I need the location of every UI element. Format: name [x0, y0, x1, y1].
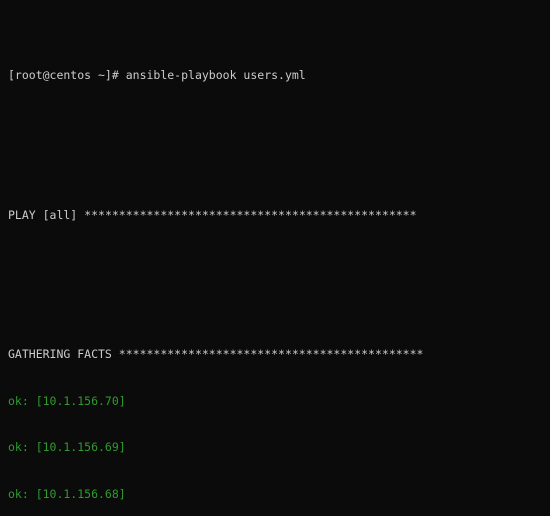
shell-prompt: [root@centos ~]#	[8, 68, 119, 82]
gathering-line: ok: [10.1.156.69]	[8, 440, 542, 456]
gathering-line: ok: [10.1.156.68]	[8, 487, 542, 503]
gathering-line: ok: [10.1.156.70]	[8, 394, 542, 410]
play-header: PLAY [all] *****************************…	[8, 208, 542, 224]
command-text: ansible-playbook users.yml	[126, 68, 306, 82]
command-line: [root@centos ~]# ansible-playbook users.…	[8, 68, 542, 84]
gathering-header: GATHERING FACTS ************************…	[8, 347, 542, 363]
terminal-output: [root@centos ~]# ansible-playbook users.…	[0, 0, 550, 516]
